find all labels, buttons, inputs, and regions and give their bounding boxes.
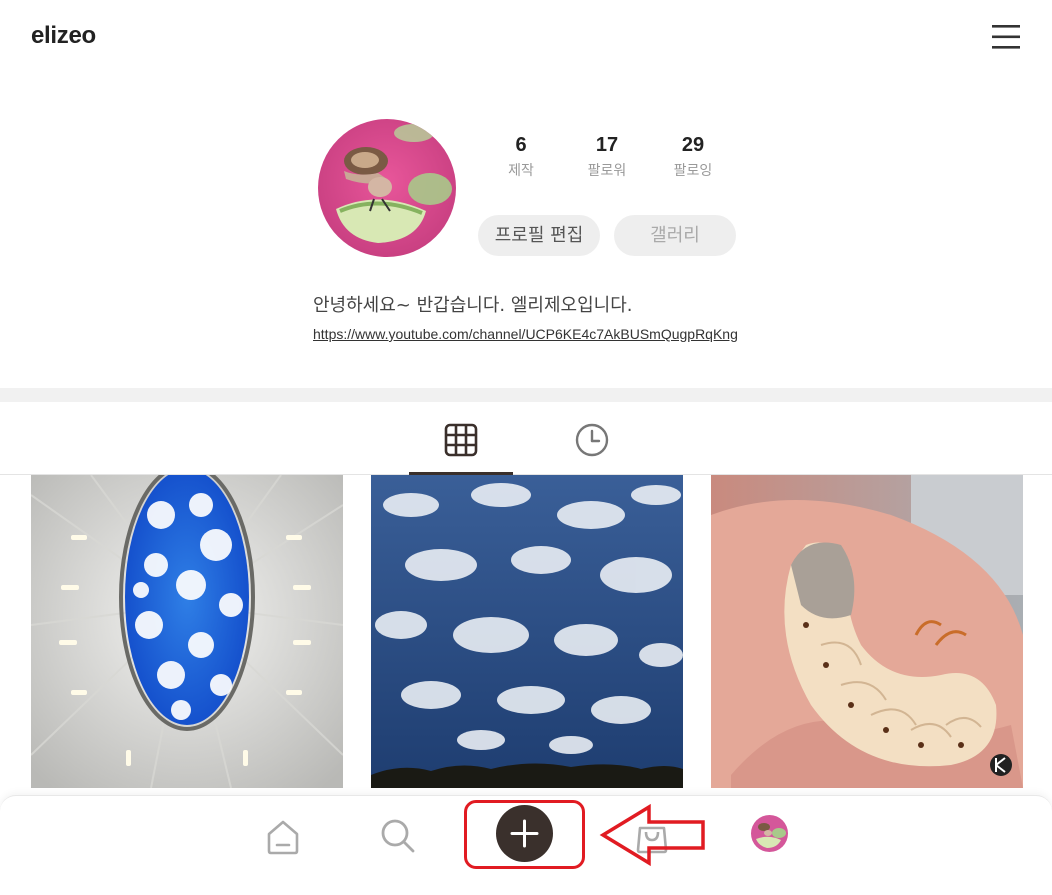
nav-profile-avatar[interactable] bbox=[751, 815, 788, 852]
stat-posts-label: 제작 bbox=[508, 162, 534, 178]
stat-following-count: 29 bbox=[681, 134, 705, 156]
gallery-button[interactable]: 갤러리 bbox=[614, 215, 736, 256]
stat-following[interactable]: 29 팔로잉 bbox=[650, 132, 736, 179]
section-divider bbox=[0, 388, 1052, 402]
profile-link[interactable]: https://www.youtube.com/channel/UCP6KE4c… bbox=[313, 326, 738, 342]
post-thumbnail[interactable] bbox=[31, 475, 343, 788]
bottom-navigation bbox=[0, 795, 1052, 895]
stat-posts-count: 6 bbox=[515, 134, 527, 156]
create-post-button[interactable] bbox=[496, 805, 553, 862]
stat-following-label: 팔로잉 bbox=[673, 162, 713, 178]
hamburger-menu-icon[interactable] bbox=[990, 22, 1022, 52]
nav-search[interactable] bbox=[378, 816, 418, 856]
ceiling-sky-image bbox=[31, 475, 343, 788]
avatar-icon bbox=[751, 815, 788, 852]
stat-followers-label: 팔로워 bbox=[587, 162, 627, 178]
content-tabs bbox=[0, 402, 1052, 475]
nav-shop[interactable] bbox=[634, 818, 670, 854]
profile-stats: 6 제작 17 팔로워 29 팔로잉 bbox=[478, 132, 736, 184]
shopping-bag-icon bbox=[636, 826, 668, 854]
clock-icon bbox=[575, 423, 609, 457]
tab-grid[interactable] bbox=[409, 402, 513, 475]
cloudy-sky-image bbox=[371, 475, 683, 788]
beetle-larva-image bbox=[711, 475, 1023, 788]
stat-posts[interactable]: 6 제작 bbox=[478, 132, 564, 179]
edit-profile-button[interactable]: 프로필 편집 bbox=[478, 215, 600, 256]
brand-logo[interactable]: elizeo bbox=[31, 22, 96, 50]
top-bar: elizeo bbox=[0, 0, 1052, 78]
home-icon bbox=[267, 820, 299, 855]
profile-bio: 안녕하세요~ 반갑습니다. 엘리제오입니다. bbox=[313, 295, 633, 316]
stat-followers[interactable]: 17 팔로워 bbox=[564, 132, 650, 179]
nav-home[interactable] bbox=[264, 818, 302, 856]
post-thumbnail[interactable] bbox=[371, 475, 683, 788]
stat-followers-count: 17 bbox=[595, 134, 619, 156]
plus-icon bbox=[510, 819, 539, 848]
profile-avatar[interactable] bbox=[318, 119, 456, 257]
tab-recent[interactable] bbox=[540, 402, 644, 475]
search-icon bbox=[381, 819, 415, 853]
post-thumbnail[interactable] bbox=[711, 475, 1023, 788]
grid-icon bbox=[444, 423, 478, 457]
